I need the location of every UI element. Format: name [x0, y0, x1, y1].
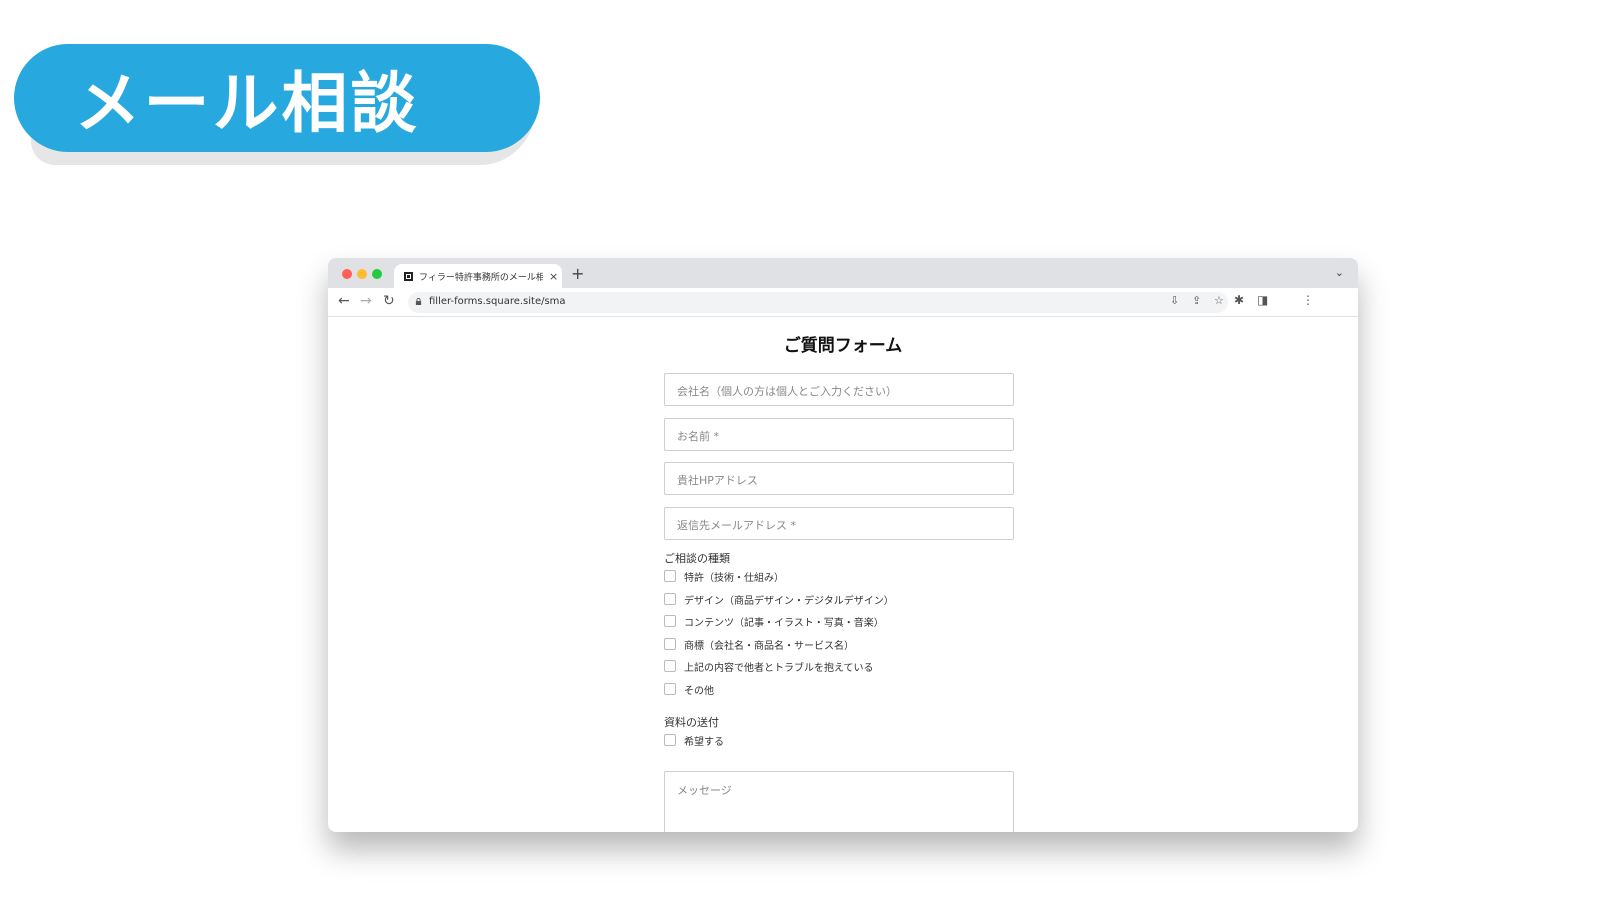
- minimize-window-button[interactable]: [357, 269, 367, 279]
- consultation-option[interactable]: 商標（会社名・商品名・サービス名）: [664, 637, 854, 652]
- materials-label: 資料の送付: [664, 716, 719, 729]
- active-tab[interactable]: フィラー特許事務所のメール相談 ×: [394, 264, 562, 288]
- back-arrow-icon[interactable]: ←: [338, 293, 350, 309]
- tab-title: フィラー特許事務所のメール相談: [419, 272, 543, 283]
- website-field[interactable]: 貴社HPアドレス: [664, 462, 1014, 495]
- company-field[interactable]: 会社名（個人の方は個人とご入力ください）: [664, 373, 1014, 406]
- checkbox[interactable]: [664, 638, 676, 650]
- consultation-option[interactable]: 上記の内容で他者とトラブルを抱えている: [664, 659, 874, 674]
- option-label: デザイン（商品デザイン・デジタルデザイン）: [684, 595, 894, 607]
- consultation-option[interactable]: その他: [664, 682, 714, 697]
- share-icon[interactable]: ⇪: [1192, 294, 1201, 307]
- side-panel-icon[interactable]: ◨: [1257, 293, 1268, 307]
- url-text: filler-forms.square.site/sma: [429, 296, 566, 307]
- extensions-icon[interactable]: ✱: [1234, 293, 1244, 307]
- bookmark-star-icon[interactable]: ☆: [1214, 294, 1224, 307]
- checkbox[interactable]: [664, 683, 676, 695]
- forward-arrow-icon[interactable]: →: [360, 293, 372, 309]
- checkbox[interactable]: [664, 570, 676, 582]
- new-tab-button[interactable]: +: [571, 264, 584, 283]
- name-field[interactable]: お名前 *: [664, 418, 1014, 451]
- reload-icon[interactable]: ↻: [383, 293, 395, 309]
- checkbox[interactable]: [664, 660, 676, 672]
- checkbox[interactable]: [664, 615, 676, 627]
- message-textarea[interactable]: メッセージ: [664, 771, 1014, 832]
- install-icon[interactable]: ⇩: [1170, 294, 1179, 307]
- form-title: ご質問フォーム: [783, 336, 903, 356]
- tab-search-icon[interactable]: ⌄: [1335, 266, 1344, 279]
- banner-title: メール相談: [74, 65, 420, 142]
- checkbox[interactable]: [664, 734, 676, 746]
- website-placeholder: 貴社HPアドレス: [677, 474, 758, 487]
- title-banner: メール相談: [14, 44, 540, 152]
- browser-toolbar: ← → ↻ filler-forms.square.site/sma ⇩ ⇪ ☆…: [328, 288, 1358, 317]
- message-placeholder: メッセージ: [677, 784, 732, 797]
- checkbox[interactable]: [664, 593, 676, 605]
- close-window-button[interactable]: [342, 269, 352, 279]
- consultation-option[interactable]: コンテンツ（記事・イラスト・写真・音楽）: [664, 614, 884, 629]
- name-placeholder: お名前 *: [677, 430, 719, 443]
- tab-strip: フィラー特許事務所のメール相談 × + ⌄: [328, 258, 1358, 288]
- option-label: 上記の内容で他者とトラブルを抱えている: [684, 662, 874, 674]
- option-label: コンテンツ（記事・イラスト・写真・音楽）: [684, 617, 884, 629]
- square-favicon-icon: [404, 271, 413, 281]
- email-field[interactable]: 返信先メールアドレス *: [664, 507, 1014, 540]
- menu-icon[interactable]: ⋮: [1302, 293, 1314, 307]
- option-label: 特許（技術・仕組み）: [684, 572, 784, 584]
- consultation-option[interactable]: デザイン（商品デザイン・デジタルデザイン）: [664, 592, 894, 607]
- address-bar[interactable]: filler-forms.square.site/sma ⇩ ⇪ ☆: [408, 292, 1228, 313]
- option-label: 希望する: [684, 736, 724, 748]
- option-label: 商標（会社名・商品名・サービス名）: [684, 640, 854, 652]
- browser-window: フィラー特許事務所のメール相談 × + ⌄ ← → ↻ filler-forms…: [328, 258, 1358, 832]
- materials-option[interactable]: 希望する: [664, 733, 724, 748]
- consultation-type-label: ご相談の種類: [664, 552, 730, 565]
- web-page: ご質問フォーム 会社名（個人の方は個人とご入力ください） お名前 * 貴社HPア…: [328, 317, 1358, 832]
- lock-icon: [415, 298, 422, 305]
- email-placeholder: 返信先メールアドレス *: [677, 519, 796, 532]
- company-placeholder: 会社名（個人の方は個人とご入力ください）: [677, 385, 897, 398]
- consultation-option[interactable]: 特許（技術・仕組み）: [664, 569, 784, 584]
- option-label: その他: [684, 685, 714, 697]
- tab-close-icon[interactable]: ×: [549, 270, 558, 283]
- maximize-window-button[interactable]: [372, 269, 382, 279]
